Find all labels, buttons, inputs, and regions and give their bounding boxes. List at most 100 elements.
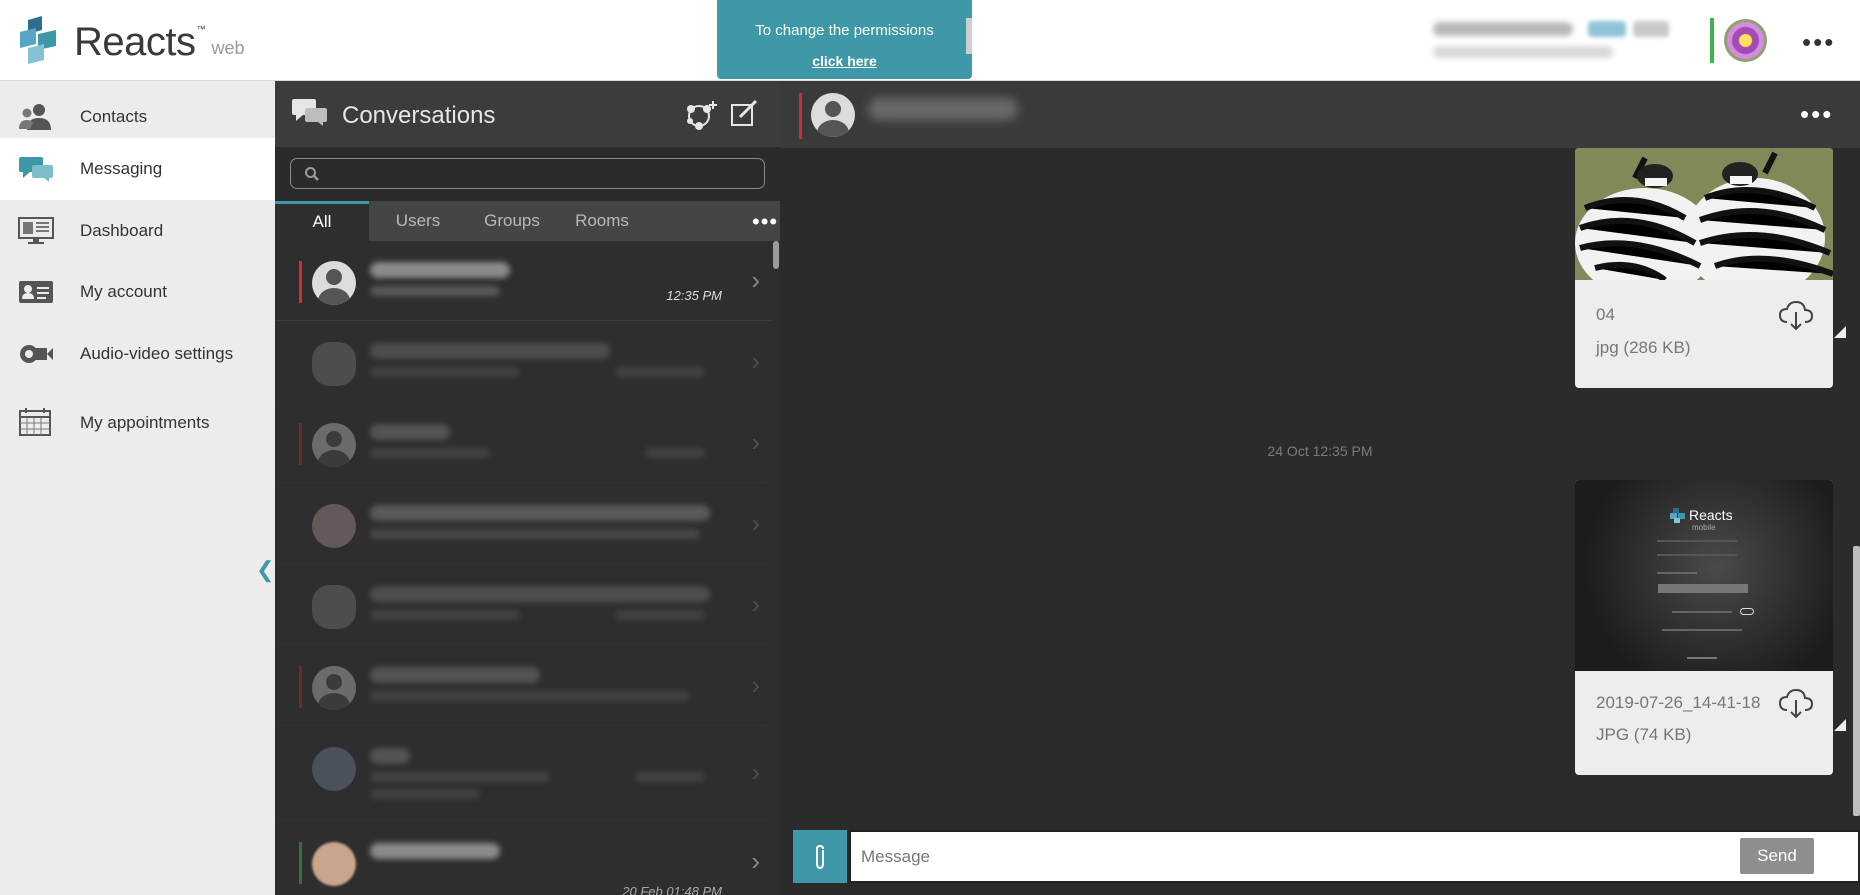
message-composer: Send <box>793 830 1860 883</box>
nav-item-label: Audio-video settings <box>80 344 234 363</box>
nav-item-label: Dashboard <box>80 221 164 240</box>
conversation-row[interactable]: › <box>275 646 772 726</box>
conversation-list-scroll-thumb[interactable] <box>773 241 779 269</box>
thumbnail-line <box>1672 611 1732 613</box>
tabs-more-icon[interactable]: ••• <box>752 209 778 235</box>
conversation-title-redacted <box>370 343 610 359</box>
contact-avatar <box>312 261 356 305</box>
conversations-title: Conversations <box>342 102 496 129</box>
thumbnail-line <box>1687 657 1717 659</box>
attachment-message[interactable]: 04 jpg (286 KB) <box>1575 148 1833 388</box>
chevron-right-icon: › <box>751 346 760 376</box>
messaging-icon <box>18 154 54 184</box>
tab-rooms[interactable]: Rooms <box>557 201 647 241</box>
new-group-conversation-icon[interactable] <box>683 99 719 136</box>
nav-item-audio-video-settings[interactable]: Audio-video settings <box>0 323 275 385</box>
tab-groups[interactable]: Groups <box>467 201 557 241</box>
conversation-row[interactable]: › <box>275 403 772 483</box>
attachment-thumbnail-zebras[interactable] <box>1575 148 1833 298</box>
conversation-row[interactable]: › <box>275 484 772 564</box>
thumbnail-reacts-logo: Reacts <box>1670 507 1733 523</box>
conversation-filter-tabs: All Users Groups Rooms ••• <box>275 201 780 241</box>
nav-item-my-appointments[interactable]: My appointments <box>0 392 275 454</box>
conversation-preview-redacted <box>370 691 690 701</box>
conversation-title-redacted <box>370 262 510 278</box>
presence-flag <box>299 842 302 884</box>
conversation-row[interactable]: › <box>275 565 772 645</box>
audio-video-settings-icon <box>18 339 54 369</box>
thumbnail-sub: mobile <box>1692 523 1716 532</box>
conversation-row[interactable]: 12:35 PM › <box>275 241 772 321</box>
attachment-filename: 2019-07-26_14-41-18 <box>1596 693 1761 712</box>
chat-header: ••• <box>780 81 1860 148</box>
chat-more-menu-icon[interactable]: ••• <box>1800 99 1833 130</box>
conversation-time: 20 Feb 01:48 PM <box>622 884 722 895</box>
brand-suffix: web <box>211 38 245 58</box>
nav-item-dashboard[interactable]: Dashboard <box>0 200 275 262</box>
dashboard-icon <box>18 216 54 246</box>
user-avatar[interactable] <box>1724 19 1767 62</box>
permissions-banner-scrollbar[interactable] <box>966 18 972 54</box>
presence-flag <box>799 93 802 139</box>
reacts-logo[interactable]: Reacts ™ web <box>18 16 245 65</box>
conversation-list-scrollbar[interactable] <box>772 241 780 895</box>
date-separator: 24 Oct 12:35 PM <box>1267 443 1373 459</box>
conversation-preview-redacted <box>370 789 480 799</box>
nav-item-messaging[interactable]: Messaging <box>0 138 275 200</box>
search-icon <box>304 166 320 187</box>
permissions-banner-text: To change the permissions <box>755 22 934 39</box>
cloud-download-icon[interactable] <box>1778 300 1814 337</box>
nav-item-label: Messaging <box>80 159 163 178</box>
conversation-title-redacted <box>370 424 450 440</box>
conversation-preview-redacted <box>370 772 550 782</box>
conversations-panel: Conversations All Users Groups Rooms •••… <box>275 81 780 895</box>
top-more-menu-icon[interactable]: ••• <box>1802 27 1835 58</box>
collapse-sidebar-icon[interactable]: ❮ <box>256 557 274 583</box>
conversation-search-input[interactable] <box>290 158 765 189</box>
contacts-icon <box>18 102 54 132</box>
attachment-message[interactable]: Reacts mobile 2019-07-26_14-41-18 JPG (7… <box>1575 480 1833 775</box>
user-badge-redacted <box>1633 21 1669 37</box>
chat-area: ••• 04 jpg (286 KB) 24 Oct 12:35 PM Reac… <box>780 81 1860 895</box>
conversation-time-redacted <box>645 448 705 458</box>
message-tail <box>1834 326 1846 338</box>
conversation-preview-redacted <box>370 367 520 377</box>
conversation-row[interactable]: › <box>275 727 772 821</box>
chevron-right-icon: › <box>751 670 760 700</box>
compose-message-icon[interactable] <box>730 99 760 134</box>
tab-all[interactable]: All <box>275 201 369 241</box>
presence-indicator <box>1710 18 1714 63</box>
send-button[interactable]: Send <box>1740 838 1814 874</box>
permissions-click-here-link[interactable]: click here <box>717 53 972 69</box>
attachment-filesize: jpg (286 KB) <box>1596 338 1691 357</box>
user-info[interactable] <box>1430 18 1690 64</box>
tab-users[interactable]: Users <box>369 201 467 241</box>
contact-avatar <box>312 842 356 886</box>
conversation-row[interactable]: 20 Feb 01:48 PM › <box>275 822 772 895</box>
chevron-right-icon: › <box>751 508 760 538</box>
thumbnail-line <box>1662 629 1742 631</box>
attachment-thumbnail-screenshot[interactable]: Reacts mobile <box>1575 480 1833 671</box>
nav-item-label: Contacts <box>80 107 148 126</box>
message-input[interactable] <box>849 830 1860 883</box>
cloud-download-icon[interactable] <box>1778 688 1814 725</box>
permissions-banner: To change the permissions click here <box>717 0 972 79</box>
nav-item-label: My account <box>80 282 167 301</box>
chat-contact-avatar[interactable] <box>811 93 855 137</box>
contact-avatar <box>312 747 356 791</box>
contact-avatar <box>312 423 356 467</box>
thumbnail-line <box>1657 572 1697 574</box>
group-chat-avatar <box>312 342 356 386</box>
conversation-row[interactable]: › <box>275 322 772 402</box>
chat-scrollbar-thumb[interactable] <box>1853 546 1860 816</box>
conversation-search-row <box>275 147 780 201</box>
thumbnail-line <box>1657 554 1737 556</box>
top-bar: Reacts ™ web To change the permissions c… <box>0 0 1860 81</box>
conversations-header: Conversations <box>275 81 780 147</box>
brand-name: Reacts <box>74 20 196 64</box>
presence-flag <box>299 261 302 303</box>
attach-file-button[interactable] <box>793 830 847 883</box>
contact-avatar <box>312 504 356 548</box>
brand-trademark: ™ <box>196 24 206 34</box>
nav-item-my-account[interactable]: My account <box>0 261 275 323</box>
